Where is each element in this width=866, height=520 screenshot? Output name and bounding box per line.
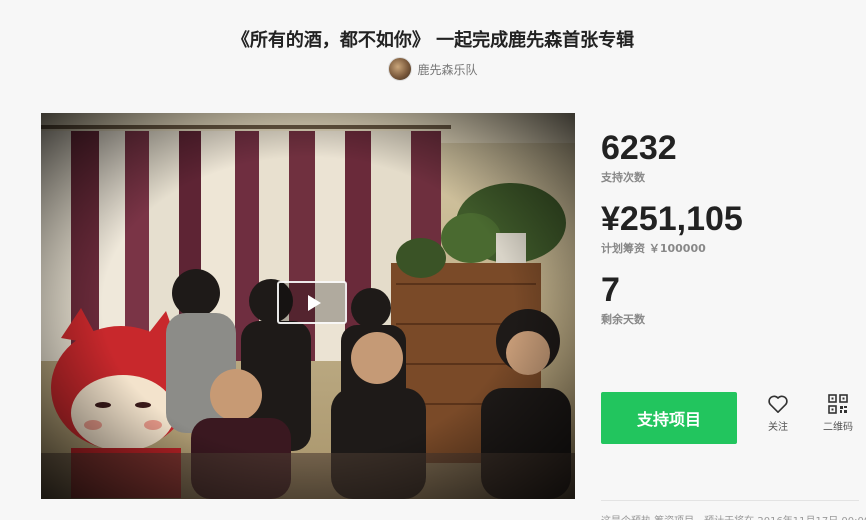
days-left-count: 7 — [601, 271, 620, 309]
qrcode-icon — [828, 394, 848, 414]
days-left-label: 剩余天数 — [601, 313, 645, 326]
author-name[interactable]: 鹿先森乐队 — [417, 61, 477, 78]
support-project-button[interactable]: 支持项目 — [601, 392, 737, 444]
stat-raised: ¥251,105 计划筹资 ￥100000 — [601, 199, 861, 256]
raised-amount: ¥251,105 — [601, 200, 743, 238]
follow-button[interactable]: 关注 — [758, 394, 798, 433]
stat-days-left: 7 剩余天数 — [601, 270, 861, 327]
qrcode-label: 二维码 — [823, 422, 853, 433]
heart-icon — [768, 395, 788, 413]
project-stats: 6232 支持次数 ¥251,105 计划筹资 ￥100000 7 剩余天数 — [601, 128, 861, 341]
goal-label: 计划筹资 ￥100000 — [601, 242, 706, 255]
divider — [601, 500, 859, 501]
preheat-note: 这是个预热 筹资项目，预计于将在 2016年11月17日 00:00 — [601, 512, 866, 520]
author-avatar[interactable] — [388, 57, 413, 81]
play-icon — [307, 294, 321, 311]
play-button[interactable] — [277, 281, 347, 324]
author-info[interactable]: 鹿先森乐队 — [0, 57, 866, 81]
supporters-label: 支持次数 — [601, 171, 645, 184]
stat-supporters: 6232 支持次数 — [601, 128, 861, 185]
follow-label: 关注 — [768, 422, 788, 433]
supporters-count: 6232 — [601, 129, 677, 167]
project-title: 《所有的酒，都不如你》 一起完成鹿先森首张专辑 — [231, 30, 635, 51]
project-video[interactable] — [41, 113, 575, 499]
qrcode-button[interactable]: 二维码 — [818, 394, 858, 433]
